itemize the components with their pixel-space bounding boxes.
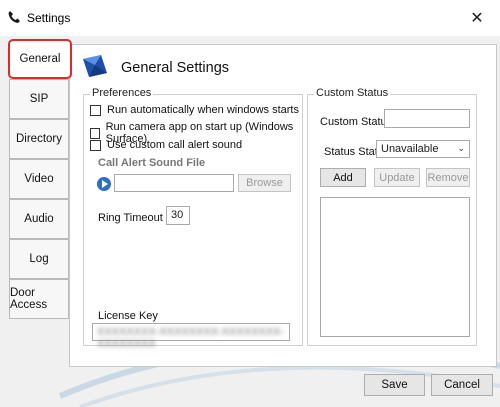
settings-header-icon — [83, 55, 107, 77]
tab-label: Door Access — [10, 287, 48, 311]
settings-window: Settings ✕ General SIP Directory Video A… — [0, 0, 500, 407]
update-status-button[interactable]: Update — [374, 168, 420, 187]
tab-label: SIP — [29, 93, 49, 105]
ring-timeout-label: Ring Timeout — [98, 212, 163, 224]
window-title: Settings — [27, 11, 71, 25]
custom-status-input[interactable] — [384, 109, 470, 128]
selected-value: Unavailable — [381, 143, 439, 155]
ring-timeout-input[interactable]: 30 — [166, 206, 190, 225]
preferences-group: Preferences Run automatically when windo… — [83, 87, 303, 350]
custom-status-group: Custom Status Custom Status Status State… — [307, 87, 477, 346]
license-key-value: XXXXXXXX-XXXXXXXX-XXXXXXXX-XXXXXXXX — [97, 326, 285, 350]
tab-label: Audio — [24, 213, 54, 225]
close-button[interactable]: ✕ — [462, 6, 492, 30]
autostart-checkbox-row[interactable]: Run automatically when windows starts — [90, 104, 299, 116]
status-list[interactable] — [320, 197, 470, 337]
phone-icon — [8, 11, 20, 23]
tab-label: General — [19, 53, 61, 65]
sound-file-label: Call Alert Sound File — [98, 157, 206, 169]
sound-file-input[interactable] — [114, 174, 234, 192]
tab-log[interactable]: Log — [9, 239, 69, 279]
checkbox-label: Run automatically when windows starts — [107, 104, 299, 116]
license-key-input[interactable]: XXXXXXXX-XXXXXXXX-XXXXXXXX-XXXXXXXX — [92, 323, 290, 350]
license-key-label: License Key — [98, 310, 158, 322]
status-state-select[interactable]: Unavailable ⌄ — [376, 140, 470, 158]
tab-video[interactable]: Video — [9, 159, 69, 199]
tab-door-access[interactable]: Door Access — [9, 279, 69, 319]
custom-sound-checkbox[interactable] — [90, 139, 101, 151]
status-state-label: Status State — [324, 146, 384, 158]
add-status-button[interactable]: Add — [320, 168, 366, 187]
checkbox-label: Use custom call alert sound — [107, 139, 243, 151]
cancel-button[interactable]: Cancel — [431, 374, 493, 396]
tab-label: Video — [24, 173, 54, 185]
dialog-body: General SIP Directory Video Audio Log Do… — [0, 36, 500, 407]
chevron-down-icon: ⌄ — [457, 143, 465, 153]
camera-app-checkbox[interactable] — [90, 127, 100, 139]
play-icon[interactable] — [97, 177, 111, 191]
tab-label: Directory — [15, 133, 62, 145]
tab-audio[interactable]: Audio — [9, 199, 69, 239]
title-bar: Settings ✕ — [0, 0, 500, 36]
tab-label: Log — [29, 253, 49, 265]
save-button[interactable]: Save — [364, 374, 425, 396]
tab-sip[interactable]: SIP — [9, 79, 69, 119]
general-settings-panel: General Settings Preferences Run automat… — [69, 44, 497, 367]
custom-sound-checkbox-row[interactable]: Use custom call alert sound — [90, 139, 242, 151]
browse-button[interactable]: Browse — [238, 174, 291, 192]
tab-directory[interactable]: Directory — [9, 119, 69, 159]
autostart-checkbox[interactable] — [90, 104, 101, 116]
page-title: General Settings — [121, 60, 230, 76]
group-title: Preferences — [90, 87, 154, 99]
tab-general[interactable]: General — [8, 39, 72, 79]
custom-status-label: Custom Status — [320, 116, 393, 128]
close-icon: ✕ — [470, 10, 484, 27]
group-title: Custom Status — [314, 87, 391, 99]
remove-status-button[interactable]: Remove — [426, 168, 470, 187]
